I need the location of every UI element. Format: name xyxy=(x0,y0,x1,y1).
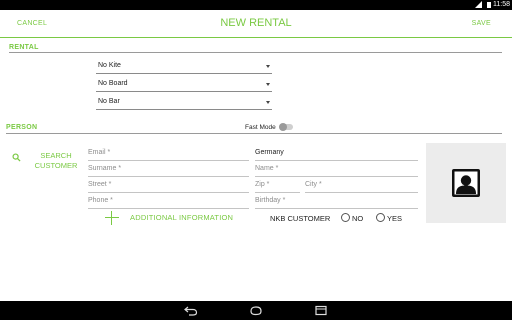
page-title: NEW RENTAL xyxy=(220,17,292,29)
save-button[interactable]: SAVE xyxy=(472,20,491,27)
nkb-customer-label: NKB CUSTOMER xyxy=(270,214,331,223)
nkb-no-radio[interactable] xyxy=(341,213,350,222)
kite-select-value: No Kite xyxy=(98,62,121,69)
app-bar: CANCEL NEW RENTAL SAVE xyxy=(0,10,512,38)
chevron-down-icon xyxy=(266,83,270,86)
street-placeholder: Street * xyxy=(88,181,112,188)
phone-placeholder: Phone * xyxy=(88,197,113,204)
bar-select[interactable]: No Bar xyxy=(96,94,272,110)
search-customer-button[interactable]: SEARCH CUSTOMER xyxy=(28,151,84,171)
email-placeholder: Email * xyxy=(88,149,111,156)
nkb-no-label[interactable]: NO xyxy=(352,214,363,223)
toggle-knob xyxy=(279,123,287,131)
chevron-down-icon xyxy=(266,101,270,104)
back-icon[interactable] xyxy=(184,305,198,316)
name-placeholder: Name * xyxy=(255,165,279,172)
status-time: 11:58 xyxy=(493,1,510,8)
search-icon[interactable] xyxy=(12,153,21,162)
birthday-field[interactable]: Birthday * xyxy=(255,193,418,209)
nkb-yes-radio[interactable] xyxy=(376,213,385,222)
board-select[interactable]: No Board xyxy=(96,76,272,92)
city-placeholder: City * xyxy=(305,181,322,188)
fast-mode-label: Fast Mode xyxy=(245,124,276,131)
zip-placeholder: Zip * xyxy=(255,181,270,188)
surname-placeholder: Surname * xyxy=(88,165,122,172)
name-field[interactable]: Name * xyxy=(255,161,418,177)
nkb-yes-label[interactable]: YES xyxy=(387,214,402,223)
zip-field[interactable]: Zip * xyxy=(255,177,300,193)
board-select-value: No Board xyxy=(98,80,128,87)
country-field[interactable]: Germany xyxy=(255,145,418,161)
add-icon[interactable] xyxy=(105,211,119,225)
birthday-placeholder: Birthday * xyxy=(255,197,286,204)
email-field[interactable]: Email * xyxy=(88,145,249,161)
person-section-label: PERSON xyxy=(6,124,38,131)
chevron-down-icon xyxy=(266,65,270,68)
city-field[interactable]: City * xyxy=(305,177,418,193)
additional-information-button[interactable]: ADDITIONAL INFORMATION xyxy=(130,213,233,222)
navigation-bar xyxy=(0,301,512,320)
fast-mode-toggle[interactable] xyxy=(279,123,293,131)
rental-section-label: RENTAL xyxy=(9,44,39,51)
rental-section-divider xyxy=(9,52,502,53)
person-section-divider xyxy=(6,133,502,134)
country-value: Germany xyxy=(255,149,284,156)
app-bar-divider xyxy=(0,37,512,38)
signal-icon xyxy=(475,1,482,8)
battery-icon xyxy=(487,2,491,8)
street-field[interactable]: Street * xyxy=(88,177,249,193)
status-bar: 11:58 xyxy=(0,0,512,10)
person-placeholder-icon xyxy=(452,169,480,197)
bar-select-value: No Bar xyxy=(98,98,120,105)
phone-field[interactable]: Phone * xyxy=(88,193,249,209)
recents-icon[interactable] xyxy=(314,305,328,316)
home-icon[interactable] xyxy=(249,305,263,316)
surname-field[interactable]: Surname * xyxy=(88,161,249,177)
kite-select[interactable]: No Kite xyxy=(96,58,272,74)
